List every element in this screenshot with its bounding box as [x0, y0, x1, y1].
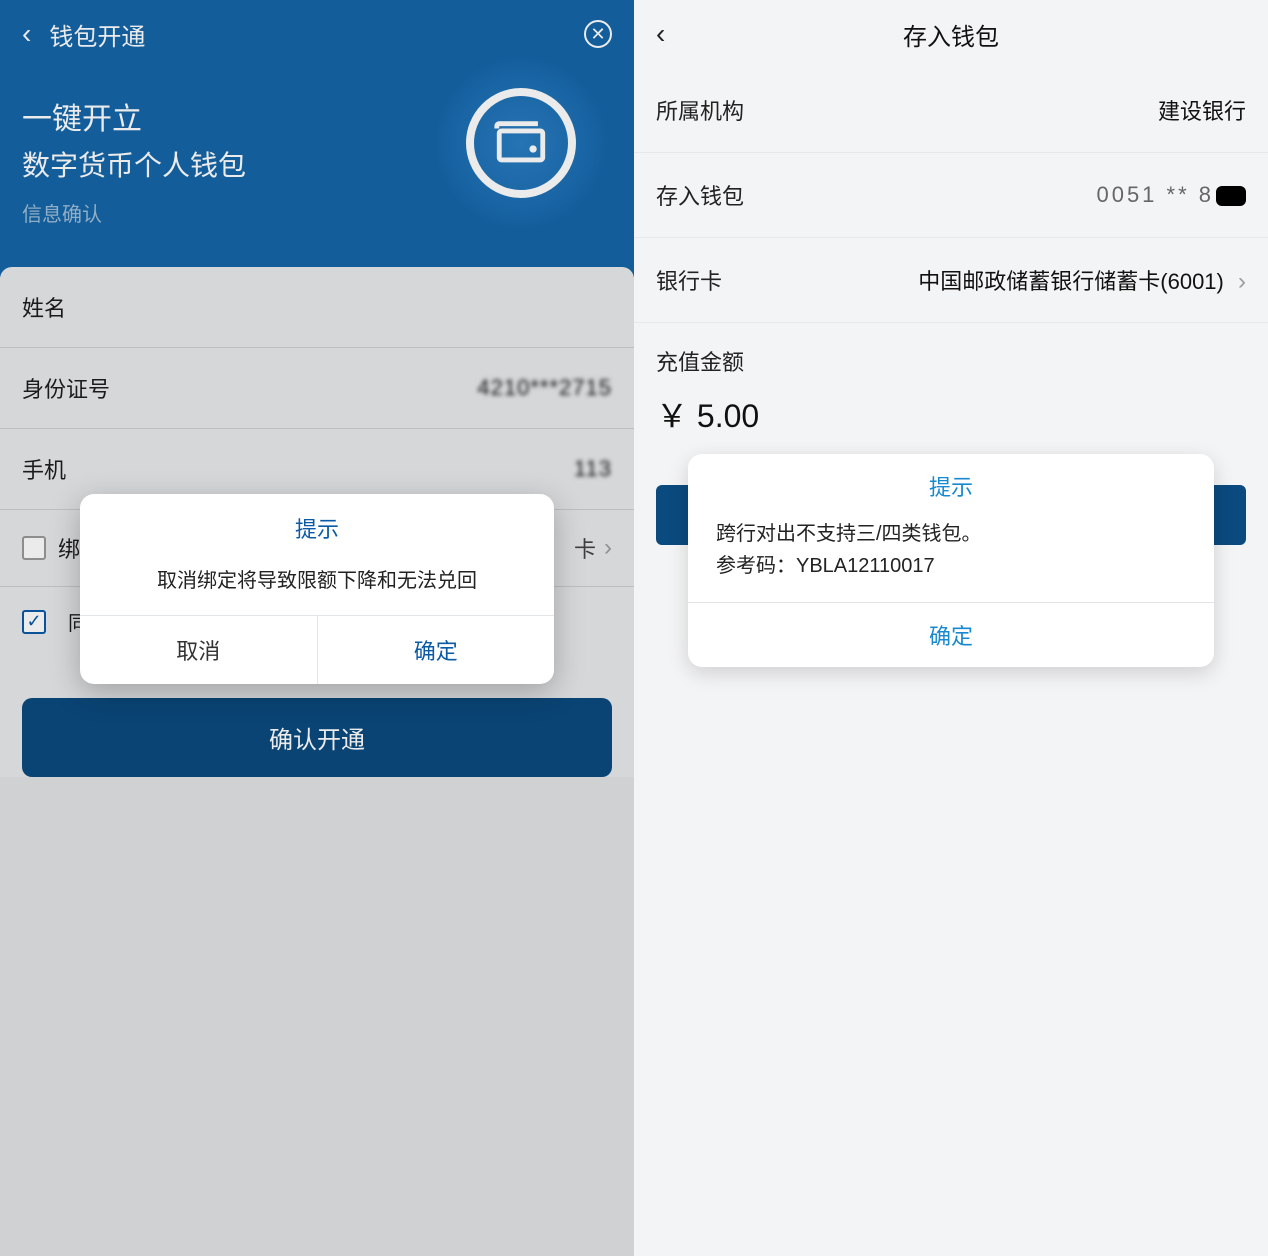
header-title: 存入钱包 [656, 17, 1246, 52]
org-value: 建设银行 [1158, 94, 1246, 126]
header-bar: ‹ 钱包开通 ✕ [0, 0, 634, 68]
back-icon[interactable]: ‹ [22, 20, 31, 48]
phone-label: 手机 [22, 453, 66, 485]
wallet-label: 存入钱包 [656, 179, 744, 211]
org-row: 所属机构 建设银行 [634, 68, 1268, 153]
dialog-title: 提示 [80, 494, 554, 554]
amount-label: 充值金额 [634, 323, 1268, 391]
deposit-wallet-screen: ‹ 存入钱包 所属机构 建设银行 存入钱包 0051 ** 8 银行卡 中国邮政… [634, 0, 1268, 1256]
wallet-value: 0051 ** 8 [1096, 182, 1246, 208]
hero-line2: 数字货币个人钱包 [22, 144, 612, 184]
wallet-illustration [436, 58, 606, 228]
redacted-digits [1216, 186, 1246, 206]
org-label: 所属机构 [656, 94, 744, 126]
alert-dialog: 提示 跨行对出不支持三/四类钱包。 参考码：YBLA12110017 确定 [688, 454, 1214, 667]
alert-dialog: 提示 取消绑定将导致限额下降和无法兑回 取消 确定 [80, 494, 554, 684]
back-icon[interactable]: ‹ [656, 20, 665, 48]
dialog-message: 取消绑定将导致限额下降和无法兑回 [80, 554, 554, 615]
id-label: 身份证号 [22, 372, 110, 404]
dialog-msg-line1: 跨行对出不支持三/四类钱包。 [716, 518, 1186, 550]
dialog-message: 跨行对出不支持三/四类钱包。 参考码：YBLA12110017 [688, 512, 1214, 602]
chevron-right-icon: › [1238, 268, 1246, 295]
card-label: 银行卡 [656, 264, 722, 296]
card-value: 中国邮政储蓄银行储蓄卡(6001) [918, 269, 1224, 294]
phone-value: 113 [574, 456, 612, 482]
confirm-open-button[interactable]: 确认开通 [22, 698, 612, 777]
card-row[interactable]: 银行卡 中国邮政储蓄银行储蓄卡(6001) › [634, 238, 1268, 323]
close-icon[interactable]: ✕ [584, 20, 612, 48]
amount-value: ￥ 5.00 [634, 391, 1268, 463]
header-bar: ‹ 存入钱包 [634, 0, 1268, 68]
dialog-msg-line2: 参考码：YBLA12110017 [716, 550, 1186, 582]
bind-prefix: 绑 [58, 532, 80, 564]
wallet-open-screen: ‹ 钱包开通 ✕ 一键开立 数字货币个人钱包 信息确认 姓名 身份证号 42 [0, 0, 634, 1256]
dialog-ok-button[interactable]: 确定 [318, 616, 555, 684]
header-title: 钱包开通 [49, 17, 584, 52]
hero-banner: 一键开立 数字货币个人钱包 信息确认 [0, 68, 634, 277]
hero-subtitle: 信息确认 [22, 198, 612, 227]
id-value: 4210***2715 [477, 375, 612, 401]
dialog-title: 提示 [688, 454, 1214, 512]
name-row[interactable]: 姓名 [0, 267, 634, 348]
wallet-row[interactable]: 存入钱包 0051 ** 8 [634, 153, 1268, 238]
name-label: 姓名 [22, 291, 66, 323]
dialog-ok-button[interactable]: 确定 [688, 602, 1214, 667]
agree-checkbox[interactable]: ✓ [22, 610, 46, 634]
dialog-cancel-button[interactable]: 取消 [80, 616, 318, 684]
hero-line1: 一键开立 [22, 94, 612, 138]
bind-checkbox[interactable] [22, 536, 46, 560]
id-row[interactable]: 身份证号 4210***2715 [0, 348, 634, 429]
chevron-right-icon: › [604, 534, 612, 562]
wallet-icon [492, 114, 550, 172]
